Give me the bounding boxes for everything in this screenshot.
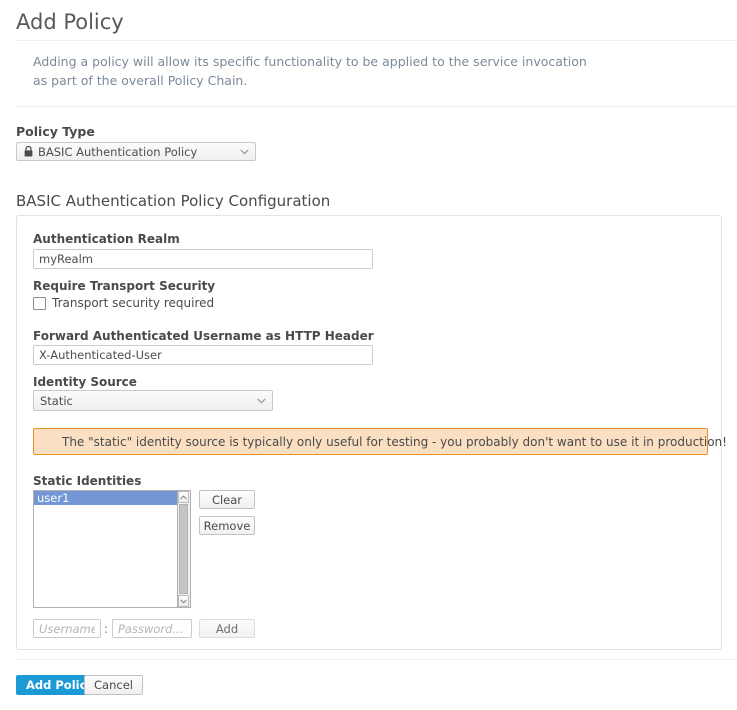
identity-source-label: Identity Source — [33, 375, 137, 389]
chevron-down-icon[interactable] — [178, 595, 189, 607]
password-input[interactable] — [112, 619, 192, 638]
transport-security-checkbox-label: Transport security required — [52, 296, 215, 310]
forward-header-label: Forward Authenticated Username as HTTP H… — [33, 329, 374, 343]
transport-security-checkbox-row[interactable]: Transport security required — [33, 296, 214, 310]
list-item[interactable]: user1 — [34, 491, 177, 505]
cancel-button[interactable]: Cancel — [84, 675, 143, 695]
chevron-down-icon — [239, 147, 249, 157]
divider-middle — [16, 106, 737, 107]
static-identities-listbox[interactable]: user1 — [33, 490, 178, 608]
chevron-down-icon — [256, 396, 266, 406]
lock-icon — [23, 146, 33, 157]
static-identity-warning-text: The "static" identity source is typicall… — [62, 434, 727, 449]
forward-header-input[interactable] — [33, 345, 373, 365]
policy-type-label: Policy Type — [16, 124, 95, 139]
divider-top — [16, 40, 737, 41]
username-password-separator: : — [104, 622, 109, 636]
identity-source-select[interactable]: Static — [33, 390, 273, 411]
add-identity-button[interactable]: Add — [199, 619, 255, 638]
intro-text: Adding a policy will allow its specific … — [33, 52, 593, 90]
transport-security-label: Require Transport Security — [33, 279, 216, 293]
transport-security-checkbox[interactable] — [33, 296, 46, 310]
auth-realm-label: Authentication Realm — [33, 232, 180, 246]
divider-bottom — [16, 659, 737, 660]
page-title: Add Policy — [16, 10, 124, 34]
chevron-up-icon[interactable] — [178, 491, 189, 503]
remove-button[interactable]: Remove — [199, 516, 255, 535]
clear-button[interactable]: Clear — [199, 490, 255, 509]
intro-line-1: Adding a policy will allow its specific … — [33, 54, 587, 69]
identity-source-selected-value: Static — [40, 393, 73, 408]
policy-type-selected-value: BASIC Authentication Policy — [38, 144, 198, 159]
config-section-title: BASIC Authentication Policy Configuratio… — [16, 192, 331, 210]
auth-realm-input[interactable] — [33, 249, 373, 269]
static-identity-warning: The "static" identity source is typicall… — [33, 428, 727, 455]
username-input[interactable] — [33, 619, 101, 638]
static-identities-scrollbar[interactable] — [178, 490, 191, 608]
intro-line-2: as part of the overall Policy Chain. — [33, 73, 248, 88]
scrollbar-thumb[interactable] — [179, 504, 188, 594]
static-identities-label: Static Identities — [33, 474, 142, 488]
add-policy-page: Add Policy Adding a policy will allow it… — [0, 0, 737, 710]
policy-type-select[interactable]: BASIC Authentication Policy — [16, 142, 256, 161]
